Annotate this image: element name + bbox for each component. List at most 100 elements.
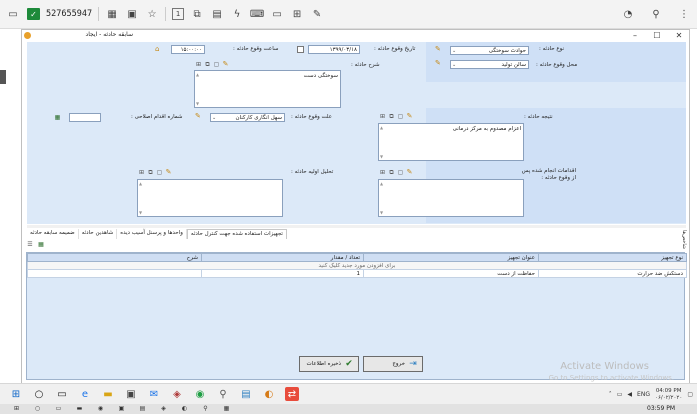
- exit-button[interactable]: ⇥ خروج: [363, 356, 423, 372]
- minimize-button[interactable]: –: [625, 30, 645, 41]
- paste-icon[interactable]: ▢: [156, 169, 163, 176]
- keyboard-icon[interactable]: ⌨: [250, 7, 264, 21]
- paste-icon[interactable]: ▢: [397, 113, 404, 120]
- cell-equipment-title[interactable]: حفاظت از دست: [363, 269, 539, 278]
- copy-icon[interactable]: ⧉: [388, 113, 395, 120]
- spellcheck-icon[interactable]: ⊞: [195, 61, 202, 68]
- close-button[interactable]: ✕: [669, 30, 689, 41]
- remote-icon[interactable]: ⇄: [285, 387, 299, 401]
- chrome-icon[interactable]: ◉: [193, 387, 207, 401]
- mail-icon[interactable]: ✉: [147, 387, 161, 401]
- incident-type-select[interactable]: ⌄ حوادث سوختگی: [450, 46, 529, 55]
- cell-equipment-type[interactable]: دستکش ضد حرارت: [538, 269, 687, 278]
- copy-icon[interactable]: ⧉: [388, 169, 395, 176]
- local-explorer-icon[interactable]: ▬: [75, 405, 84, 413]
- clear-icon[interactable]: ✎: [222, 61, 229, 68]
- grid-icon[interactable]: ▦: [105, 7, 119, 21]
- notification-icon[interactable]: ▢: [687, 391, 693, 398]
- chevron-up-icon[interactable]: ˄: [609, 391, 612, 398]
- scroll-down-icon[interactable]: ▼: [380, 154, 383, 159]
- column-header[interactable]: عنوان تجهیز: [363, 253, 539, 262]
- scroll-down-icon[interactable]: ▼: [380, 210, 383, 215]
- local-app-icon[interactable]: ▣: [117, 405, 126, 413]
- volume-icon[interactable]: ◀: [627, 391, 632, 398]
- search-app-icon[interactable]: ⚲: [216, 387, 230, 401]
- pencil-icon[interactable]: ✎: [435, 59, 441, 67]
- pen-icon[interactable]: ✎: [310, 7, 324, 21]
- network-tray-icon[interactable]: ▭: [617, 391, 623, 398]
- incident-result-textarea[interactable]: اعزام مصدوم به مرکز درمانی ▲ ▼: [378, 123, 524, 161]
- calendar-icon[interactable]: [297, 46, 304, 53]
- paste-icon[interactable]: ▢: [397, 169, 404, 176]
- window-icon[interactable]: ⧉: [190, 7, 204, 21]
- tab-witnesses[interactable]: شاهدین حادثه: [79, 229, 118, 239]
- start-icon[interactable]: ⊞: [9, 387, 23, 401]
- chat-icon[interactable]: ▤: [210, 7, 224, 21]
- language-indicator[interactable]: ENG: [637, 391, 650, 398]
- menu-icon[interactable]: ⋮: [677, 7, 691, 21]
- tab-equipment[interactable]: تجهیزات استفاده شده جهت کنترل حادثه: [186, 229, 287, 239]
- local-chrome-icon[interactable]: ◉: [96, 405, 105, 413]
- spellcheck-icon[interactable]: ⊞: [379, 169, 386, 176]
- store-icon[interactable]: ▣: [124, 387, 138, 401]
- incident-description-textarea[interactable]: سوختگی دست ▲ ▼: [194, 70, 341, 108]
- left-edge-handle[interactable]: [0, 70, 6, 84]
- scroll-down-icon[interactable]: ▼: [196, 101, 199, 106]
- maximize-button[interactable]: ☐: [647, 30, 667, 41]
- actions-after-textarea[interactable]: ▲ ▼: [378, 179, 524, 217]
- fullscreen-icon[interactable]: 1: [172, 8, 185, 20]
- corrective-action-number-field[interactable]: [69, 113, 101, 122]
- screen-icon[interactable]: ▭: [270, 7, 284, 21]
- sql-icon[interactable]: ◈: [170, 387, 184, 401]
- local-app5-icon[interactable]: ⚲: [201, 405, 210, 413]
- scroll-down-icon[interactable]: ▼: [139, 210, 142, 215]
- file-explorer-icon[interactable]: ▬: [101, 387, 115, 401]
- paste-icon[interactable]: ▢: [213, 61, 220, 68]
- history-icon[interactable]: ◔: [621, 7, 635, 21]
- spellcheck-icon[interactable]: ⊞: [379, 113, 386, 120]
- new-row-hint-text[interactable]: برای افزودن مورد جدید کلیک کنید: [27, 261, 687, 270]
- copy-icon[interactable]: ⧉: [147, 169, 154, 176]
- local-start-icon[interactable]: ⊞: [12, 405, 21, 413]
- local-search-icon[interactable]: ○: [33, 405, 42, 413]
- clear-icon[interactable]: ✎: [165, 169, 172, 176]
- cell-description[interactable]: [27, 269, 202, 278]
- pencil-icon[interactable]: ✎: [435, 45, 441, 53]
- column-header[interactable]: نوع تجهیز: [538, 253, 687, 262]
- incident-analysis-textarea[interactable]: ▲ ▼: [137, 179, 283, 217]
- local-app4-icon[interactable]: ◐: [180, 405, 189, 413]
- search-icon[interactable]: ○: [32, 387, 46, 401]
- incident-date-field[interactable]: ۱۳۹۹/۰۳/۱۸: [308, 45, 360, 54]
- excel-export-icon[interactable]: ▦: [37, 241, 45, 249]
- column-header[interactable]: شرح: [27, 253, 202, 262]
- scroll-up-icon[interactable]: ▲: [380, 181, 383, 186]
- scroll-up-icon[interactable]: ▲: [380, 125, 383, 130]
- tab-attachments[interactable]: ضمیمه سابقه حادثه: [27, 229, 79, 239]
- save-icon[interactable]: ▣: [125, 7, 139, 21]
- save-button[interactable]: ✔ ذخیره اطلاعات: [299, 356, 359, 372]
- star-icon[interactable]: ☆: [145, 7, 159, 21]
- lightning-icon[interactable]: ϟ: [230, 7, 244, 21]
- local-task-view-icon[interactable]: ▭: [54, 405, 63, 413]
- shield-check-icon[interactable]: ✓: [27, 8, 40, 20]
- edge-icon[interactable]: e: [78, 387, 92, 401]
- clear-icon[interactable]: ✎: [406, 113, 413, 120]
- calculator-icon[interactable]: ▦: [54, 114, 61, 121]
- panel-splitter[interactable]: [27, 225, 686, 228]
- cell-quantity[interactable]: 1: [201, 269, 364, 278]
- network-icon[interactable]: ⊞: [290, 7, 304, 21]
- local-app6-icon[interactable]: ▦: [222, 405, 231, 413]
- incident-cause-select[interactable]: ⌄ سهل انگاری کارکنان: [210, 113, 285, 122]
- column-header[interactable]: تعداد / مقدار: [201, 253, 364, 262]
- new-row-hint[interactable]: برای افزودن مورد جدید کلیک کنید: [27, 261, 687, 270]
- scroll-up-icon[interactable]: ▲: [139, 181, 142, 186]
- tools-icon[interactable]: ▤: [239, 387, 253, 401]
- local-clock[interactable]: 03:59 PM: [647, 405, 675, 412]
- tab-affected-units[interactable]: واحدها و پرسنل آسیب دیده: [117, 229, 187, 239]
- local-app2-icon[interactable]: ▤: [138, 405, 147, 413]
- copy-icon[interactable]: ⧉: [204, 61, 211, 68]
- local-app3-icon[interactable]: ◈: [159, 405, 168, 413]
- incident-place-select[interactable]: ⌄ سالن تولید: [450, 60, 529, 69]
- clear-icon[interactable]: ✎: [406, 169, 413, 176]
- grid-options-icon[interactable]: ☰: [26, 241, 34, 249]
